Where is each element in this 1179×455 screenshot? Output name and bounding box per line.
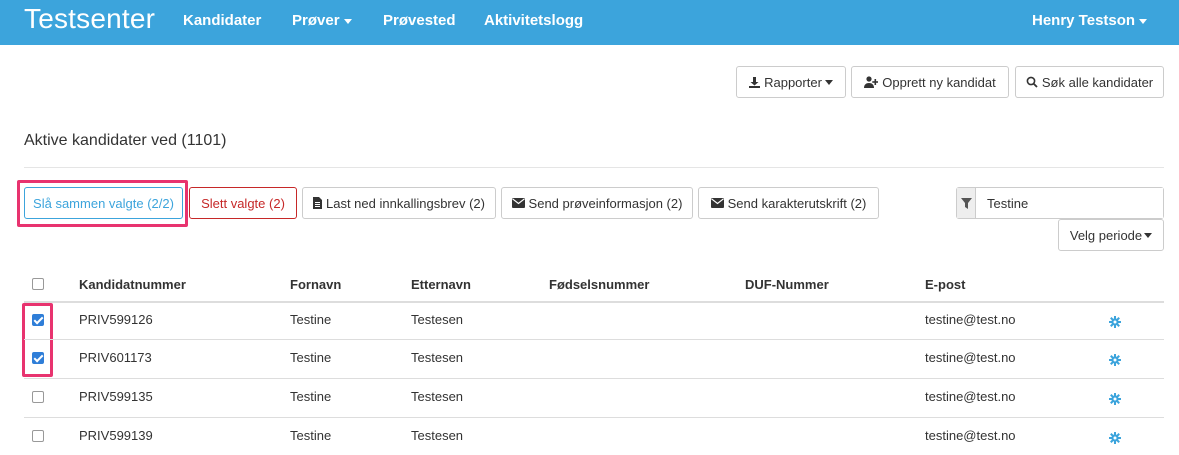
cell-epost: testine@test.no: [925, 389, 1016, 404]
merge-selected-label: Slå sammen valgte (2/2): [33, 195, 174, 211]
cell-epost: testine@test.no: [925, 312, 1016, 327]
cell-etternavn: Testesen: [411, 312, 464, 327]
row-divider: [24, 417, 1164, 418]
col-header-duf-nummer[interactable]: DUF-Nummer: [745, 277, 829, 292]
cell-kandidatnummer: PRIV599139: [79, 428, 153, 443]
cell-kandidatnummer: PRIV599135: [79, 389, 153, 404]
nav-provested-label: Prøvested: [383, 12, 456, 29]
download-icon: [749, 76, 761, 88]
envelope-icon: [710, 198, 724, 208]
filter-icon: [957, 188, 976, 218]
cell-kandidatnummer: PRIV599126: [79, 312, 153, 327]
filter-group: [956, 187, 1164, 219]
row-checkbox[interactable]: [32, 430, 44, 442]
new-candidate-button[interactable]: Opprett ny kandidat: [851, 66, 1009, 98]
nav-aktivitetslogg-label: Aktivitetslogg: [484, 12, 584, 29]
nav-aktivitetslogg[interactable]: Aktivitetslogg: [484, 12, 583, 29]
row-divider: [24, 339, 1164, 340]
user-name: Henry Testson: [1032, 12, 1136, 29]
reports-dropdown-button[interactable]: Rapporter: [736, 66, 846, 98]
table-header-divider: [24, 301, 1164, 303]
file-icon: [313, 197, 322, 209]
add-user-icon: [864, 76, 879, 88]
divider: [24, 167, 1164, 168]
cell-etternavn: Testesen: [411, 428, 464, 443]
send-transcript-button[interactable]: Send karakterutskrift (2): [698, 187, 879, 219]
caret-down-icon: [343, 18, 352, 24]
gear-icon[interactable]: [1109, 353, 1121, 366]
row-divider: [24, 378, 1164, 379]
col-header-etternavn[interactable]: Etternavn: [411, 277, 471, 292]
download-letters-label: Last ned innkallingsbrev (2): [326, 195, 485, 211]
select-period-dropdown[interactable]: Velg periode: [1058, 219, 1164, 251]
col-header-kandidatnummer[interactable]: Kandidatnummer: [79, 277, 186, 292]
send-test-info-button[interactable]: Send prøveinformasjon (2): [501, 187, 693, 219]
filter-input[interactable]: [976, 188, 1163, 218]
row-checkbox[interactable]: [32, 391, 44, 403]
gear-icon[interactable]: [1109, 431, 1121, 444]
user-menu[interactable]: Henry Testson: [1032, 12, 1148, 29]
caret-down-icon: [824, 79, 833, 85]
brand-logo[interactable]: Testsenter: [24, 3, 155, 35]
caret-down-icon: [1144, 232, 1153, 238]
nav-prover-label: Prøver: [292, 12, 340, 29]
cell-fornavn: Testine: [290, 428, 332, 443]
col-header-fornavn[interactable]: Fornavn: [290, 277, 341, 292]
delete-selected-button[interactable]: Slett valgte (2): [189, 187, 297, 219]
search-all-button[interactable]: Søk alle kandidater: [1015, 66, 1164, 98]
select-period-label: Velg periode: [1069, 227, 1143, 243]
caret-down-icon: [1139, 18, 1148, 24]
col-header-fodselsnummer[interactable]: Fødselsnummer: [549, 277, 649, 292]
select-all-checkbox[interactable]: [32, 278, 44, 290]
nav-kandidater[interactable]: Kandidater: [183, 12, 261, 29]
send-test-info-label: Send prøveinformasjon (2): [528, 195, 683, 211]
new-candidate-label: Opprett ny kandidat: [882, 74, 996, 90]
cell-etternavn: Testesen: [411, 350, 464, 365]
page-title: Aktive kandidater ved (1101): [24, 132, 227, 149]
cell-epost: testine@test.no: [925, 428, 1016, 443]
cell-fornavn: Testine: [290, 312, 332, 327]
nav-kandidater-label: Kandidater: [183, 12, 262, 29]
send-transcript-label: Send karakterutskrift (2): [727, 195, 867, 211]
cell-kandidatnummer: PRIV601173: [79, 350, 152, 365]
gear-icon[interactable]: [1109, 392, 1121, 405]
cell-fornavn: Testine: [290, 389, 332, 404]
cell-fornavn: Testine: [290, 350, 332, 365]
delete-selected-label: Slett valgte (2): [201, 195, 285, 211]
cell-etternavn: Testesen: [411, 389, 464, 404]
merge-selected-button[interactable]: Slå sammen valgte (2/2): [24, 187, 183, 219]
search-all-label: Søk alle kandidater: [1041, 74, 1154, 90]
cell-epost: testine@test.no: [925, 350, 1016, 365]
top-navbar: Testsenter Kandidater Prøver Prøvested A…: [0, 0, 1179, 45]
nav-prover-dropdown[interactable]: Prøver: [292, 12, 352, 29]
envelope-icon: [511, 198, 525, 208]
row-checkbox[interactable]: [32, 352, 44, 364]
gear-icon[interactable]: [1109, 315, 1121, 328]
search-icon: [1026, 76, 1038, 88]
col-header-epost[interactable]: E-post: [925, 277, 965, 292]
download-letters-button[interactable]: Last ned innkallingsbrev (2): [302, 187, 496, 219]
nav-provested[interactable]: Prøvested: [383, 12, 456, 29]
reports-label: Rapporter: [764, 74, 822, 90]
row-checkbox[interactable]: [32, 314, 44, 326]
